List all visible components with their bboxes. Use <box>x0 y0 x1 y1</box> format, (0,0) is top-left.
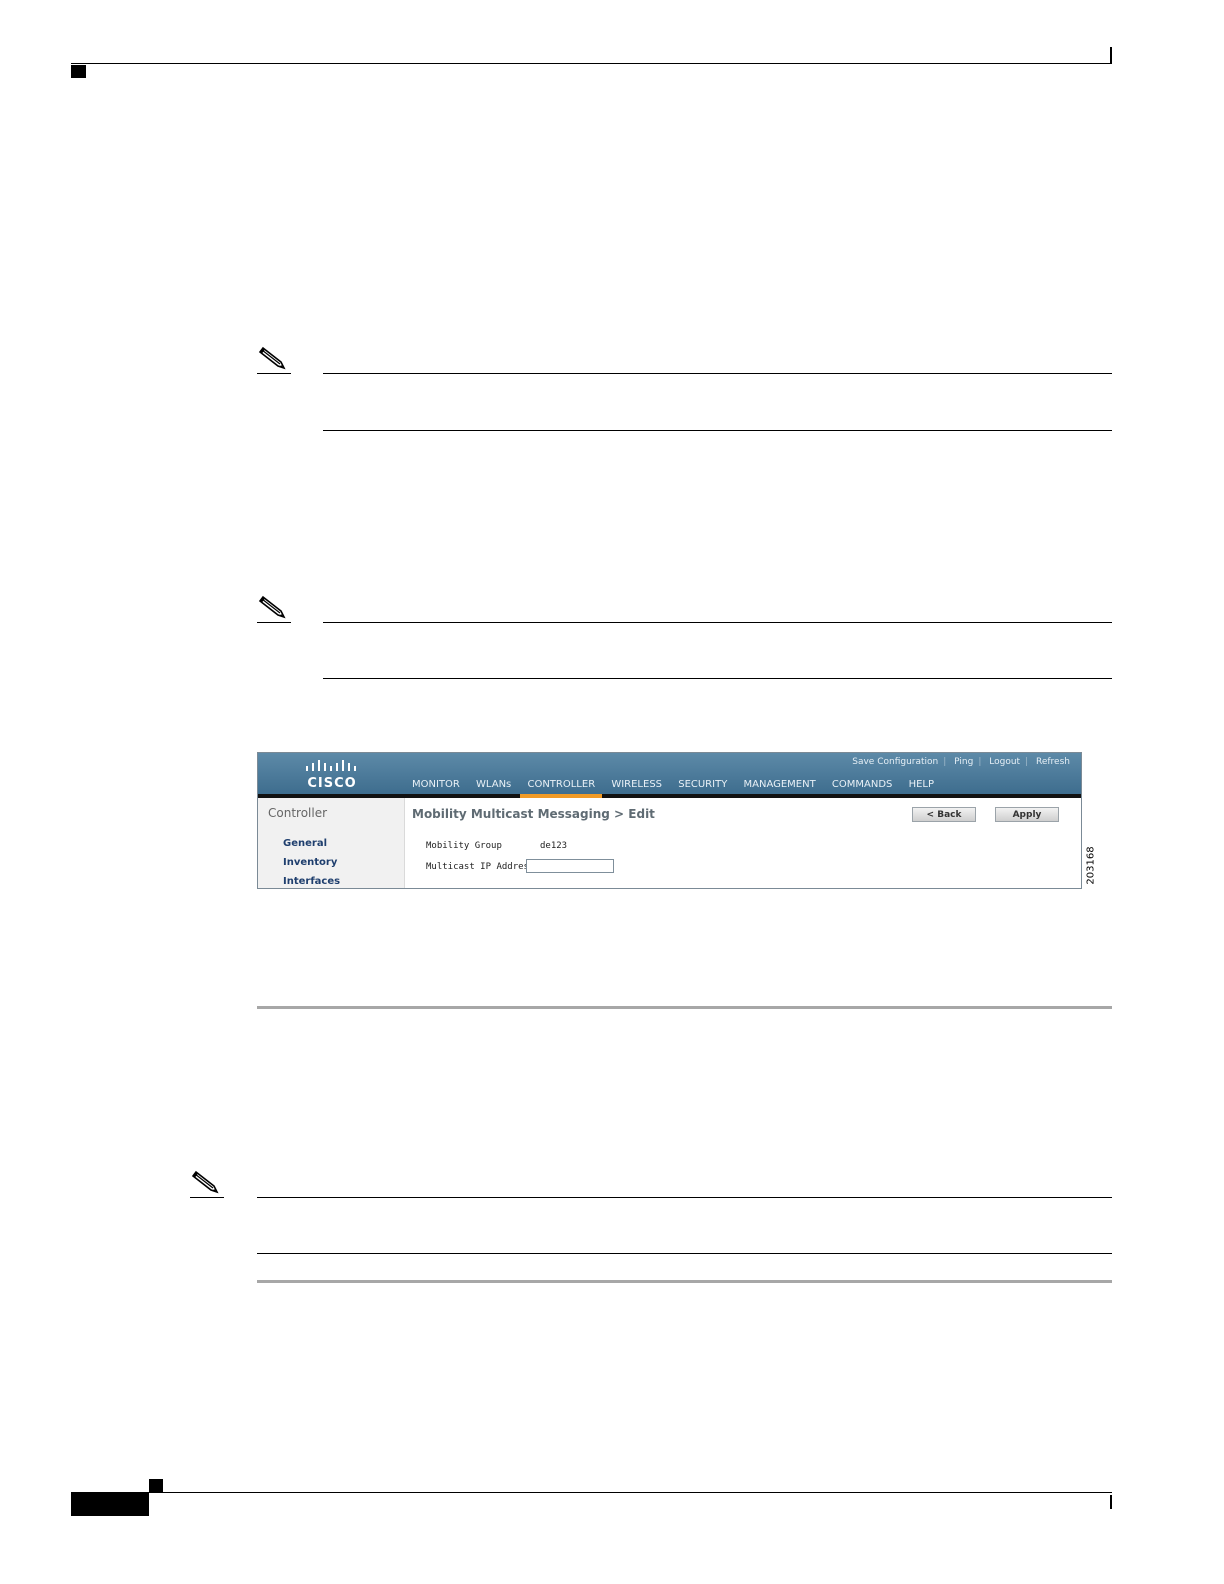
note-pencil-icon <box>190 1169 224 1197</box>
footer-marker <box>149 1479 163 1492</box>
figure-id: 203168 <box>1083 846 1099 886</box>
note-pencil-icon <box>257 345 291 373</box>
note-bottom-rule <box>257 1253 1112 1254</box>
cisco-bridge-icon <box>306 760 356 771</box>
nav-wireless[interactable]: WIRELESS <box>611 779 662 790</box>
sidebar: Controller General Inventory Interfaces <box>258 798 405 888</box>
sidebar-item-general[interactable]: General <box>283 838 327 849</box>
nav-commands[interactable]: COMMANDS <box>832 779 892 790</box>
ping-link[interactable]: Ping <box>954 757 973 767</box>
nav-monitor[interactable]: MONITOR <box>412 779 460 790</box>
section-divider <box>257 1280 1112 1283</box>
header-links: Save Configuration | Ping | Logout | Refres… <box>852 757 1070 767</box>
note-icon-underline <box>190 1197 224 1198</box>
footer-page-block <box>71 1492 149 1516</box>
back-button[interactable]: < Back <box>912 807 976 822</box>
sidebar-item-interfaces[interactable]: Interfaces <box>283 876 340 887</box>
nav-active-indicator <box>520 794 602 798</box>
mobility-group-label: Mobility Group <box>426 841 502 851</box>
footer-right-tick <box>1110 1495 1112 1509</box>
note-bottom-rule <box>323 430 1112 431</box>
header-rule <box>71 63 1112 64</box>
page-title: Mobility Multicast Messaging > Edit <box>412 807 655 821</box>
controller-gui-screenshot: CISCO Save Configuration | Ping | Logout | … <box>257 752 1082 889</box>
note-bottom-rule <box>323 678 1112 679</box>
note-top-rule <box>323 373 1112 374</box>
main-nav: MONITOR WLANs CONTROLLER WIRELESS SECURI… <box>412 779 947 790</box>
sidebar-item-inventory[interactable]: Inventory <box>283 857 337 868</box>
section-divider <box>257 1006 1112 1009</box>
save-configuration-link[interactable]: Save Configuration <box>852 757 938 767</box>
multicast-ip-label: Multicast IP Address <box>426 862 535 872</box>
refresh-link[interactable]: Refresh <box>1036 757 1070 767</box>
nav-wlans[interactable]: WLANs <box>476 779 511 790</box>
logout-link[interactable]: Logout <box>989 757 1020 767</box>
note-icon-underline <box>257 622 291 623</box>
note-icon-underline <box>257 373 291 374</box>
note-top-rule <box>323 622 1112 623</box>
note-top-rule <box>257 1197 1112 1198</box>
sidebar-title: Controller <box>268 806 328 820</box>
header-left-marker <box>71 65 86 78</box>
figure-id-text: 203168 <box>1085 846 1097 885</box>
multicast-ip-input[interactable] <box>526 859 614 873</box>
nav-controller[interactable]: CONTROLLER <box>527 779 595 790</box>
nav-security[interactable]: SECURITY <box>678 779 727 790</box>
nav-management[interactable]: MANAGEMENT <box>744 779 816 790</box>
footer-rule <box>71 1492 1112 1493</box>
apply-button[interactable]: Apply <box>995 807 1059 822</box>
header-right-tick <box>1110 47 1112 63</box>
note-pencil-icon <box>257 594 291 622</box>
nav-help[interactable]: HELP <box>909 779 934 790</box>
cisco-logo: CISCO <box>304 759 360 791</box>
mobility-group-value: de123 <box>540 841 568 851</box>
cisco-logo-text: CISCO <box>307 776 357 791</box>
